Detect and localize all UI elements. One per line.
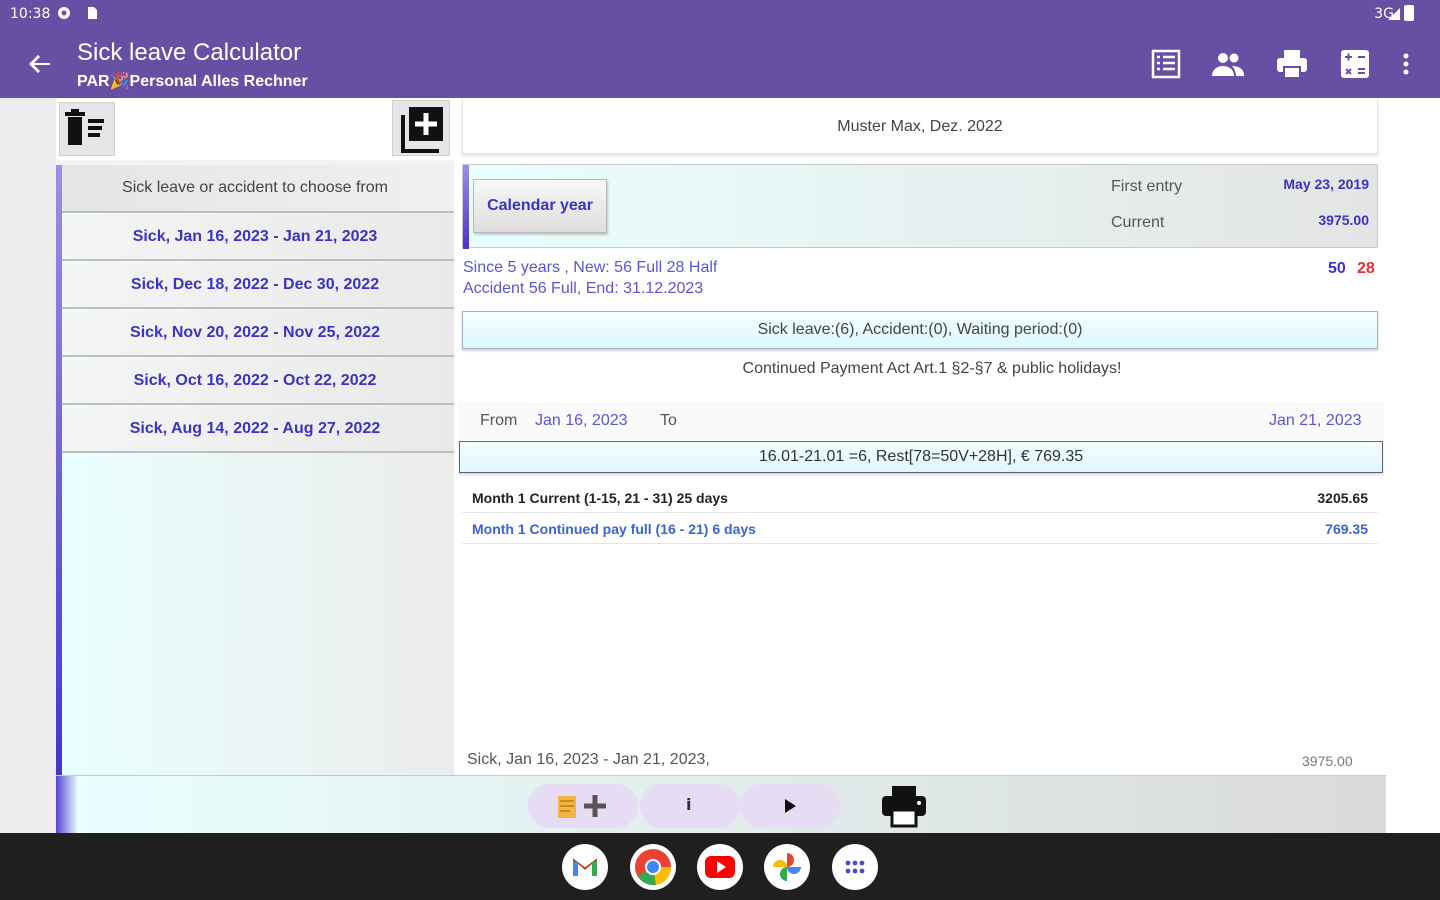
gmail-icon[interactable] bbox=[562, 844, 608, 890]
list-item[interactable]: Sick, Jan 16, 2023 - Jan 21, 2023 bbox=[56, 215, 454, 261]
play-arrow-icon bbox=[785, 799, 796, 813]
remaining-full-days: 50 bbox=[1328, 260, 1346, 277]
to-date[interactable]: Jan 21, 2023 bbox=[1269, 412, 1362, 430]
app-title: Sick leave Calculator bbox=[77, 39, 302, 66]
app-dock bbox=[0, 833, 1440, 900]
footer-summary-value: 3975.00 bbox=[1302, 753, 1353, 769]
list-item[interactable]: Sick, Dec 18, 2022 - Dec 30, 2022 bbox=[56, 263, 454, 309]
list-accent-bar bbox=[56, 165, 62, 775]
list-header: Sick leave or accident to choose from bbox=[56, 165, 454, 213]
chrome-icon[interactable] bbox=[630, 844, 676, 890]
print-icon[interactable] bbox=[1274, 46, 1310, 82]
youtube-icon[interactable] bbox=[697, 844, 743, 890]
delete-list-icon bbox=[65, 109, 104, 145]
summary-panel: Calendar year First entry May 23, 2019 C… bbox=[462, 164, 1378, 249]
list-item[interactable]: Sick, Oct 16, 2022 - Oct 22, 2022 bbox=[56, 359, 454, 405]
month-continued-label: Month 1 Continued pay full (16 - 21) 6 d… bbox=[472, 521, 756, 537]
add-document-button[interactable] bbox=[528, 784, 638, 828]
list-item[interactable]: Sick, Aug 14, 2022 - Aug 27, 2022 bbox=[56, 407, 454, 453]
current-value: 3975.00 bbox=[1318, 212, 1369, 228]
sick-leave-list: Sick leave or accident to choose from Si… bbox=[56, 165, 454, 775]
next-button[interactable] bbox=[740, 784, 840, 828]
photos-icon[interactable] bbox=[764, 844, 810, 890]
month-current-label: Month 1 Current (1-15, 21 - 31) 25 days bbox=[472, 490, 728, 506]
note-add-icon bbox=[558, 795, 606, 818]
list-icon[interactable] bbox=[1148, 46, 1184, 82]
settings-status-icon bbox=[58, 7, 70, 19]
remaining-half-days: 28 bbox=[1357, 260, 1375, 277]
app-bar: Sick leave Calculator PAR🎉Personal Alles… bbox=[0, 30, 1440, 98]
signal-icon bbox=[1388, 8, 1400, 20]
from-label: From bbox=[480, 412, 518, 429]
leave-counts-bar[interactable]: Sick leave:(6), Accident:(0), Waiting pe… bbox=[462, 311, 1378, 349]
sd-card-status-icon bbox=[88, 7, 97, 19]
list-item[interactable]: Sick, Nov 20, 2022 - Nov 25, 2022 bbox=[56, 311, 454, 357]
period-row: From Jan 16, 2023 To Jan 21, 2023 bbox=[458, 402, 1384, 440]
entitlement-info: Since 5 years , New: 56 Full 28 Half bbox=[463, 259, 718, 276]
people-icon[interactable] bbox=[1210, 46, 1246, 82]
info-icon: i bbox=[686, 795, 692, 814]
from-date[interactable]: Jan 16, 2023 bbox=[535, 412, 628, 430]
first-entry-label: First entry bbox=[1111, 178, 1183, 195]
first-entry-value: May 23, 2019 bbox=[1283, 176, 1369, 192]
delete-entries-button[interactable] bbox=[59, 102, 115, 156]
month-continued-value: 769.35 bbox=[1325, 521, 1368, 537]
footer-summary-label: Sick, Jan 16, 2023 - Jan 21, 2023, bbox=[467, 751, 710, 768]
calculation-bar[interactable]: 16.01-21.01 =6, Rest[78=50V+28H], € 769.… bbox=[459, 441, 1383, 473]
status-time: 10:38 bbox=[10, 6, 51, 22]
bottom-action-bar: i bbox=[56, 775, 1386, 834]
bottom-accent bbox=[56, 776, 78, 834]
add-box-icon bbox=[401, 107, 443, 153]
calendar-year-button[interactable]: Calendar year bbox=[473, 179, 607, 233]
accident-info: Accident 56 Full, End: 31.12.2023 bbox=[463, 280, 704, 297]
left-margin bbox=[0, 98, 56, 833]
battery-icon bbox=[1404, 5, 1414, 21]
more-vert-icon[interactable] bbox=[1390, 46, 1422, 82]
month-current-value: 3205.65 bbox=[1317, 490, 1368, 506]
app-subtitle: PAR🎉Personal Alles Rechner bbox=[77, 73, 308, 90]
table-row: Month 1 Current (1-15, 21 - 31) 25 days … bbox=[462, 483, 1378, 513]
person-title[interactable]: Muster Max, Dez. 2022 bbox=[462, 100, 1378, 154]
table-row: Month 1 Continued pay full (16 - 21) 6 d… bbox=[462, 514, 1378, 544]
calculator-icon[interactable] bbox=[1337, 46, 1373, 82]
summary-accent-bar bbox=[463, 165, 469, 249]
add-entry-button[interactable] bbox=[392, 100, 450, 156]
law-reference: Continued Payment Act Art.1 §2-§7 & publ… bbox=[742, 360, 1122, 377]
print-report-icon[interactable] bbox=[880, 784, 928, 828]
back-arrow-icon[interactable] bbox=[24, 48, 56, 80]
info-button[interactable]: i bbox=[640, 784, 740, 828]
to-label: To bbox=[660, 412, 677, 429]
apps-icon[interactable] bbox=[832, 844, 878, 890]
status-bar: 10:38 3G bbox=[0, 0, 1440, 30]
current-label: Current bbox=[1111, 214, 1165, 231]
